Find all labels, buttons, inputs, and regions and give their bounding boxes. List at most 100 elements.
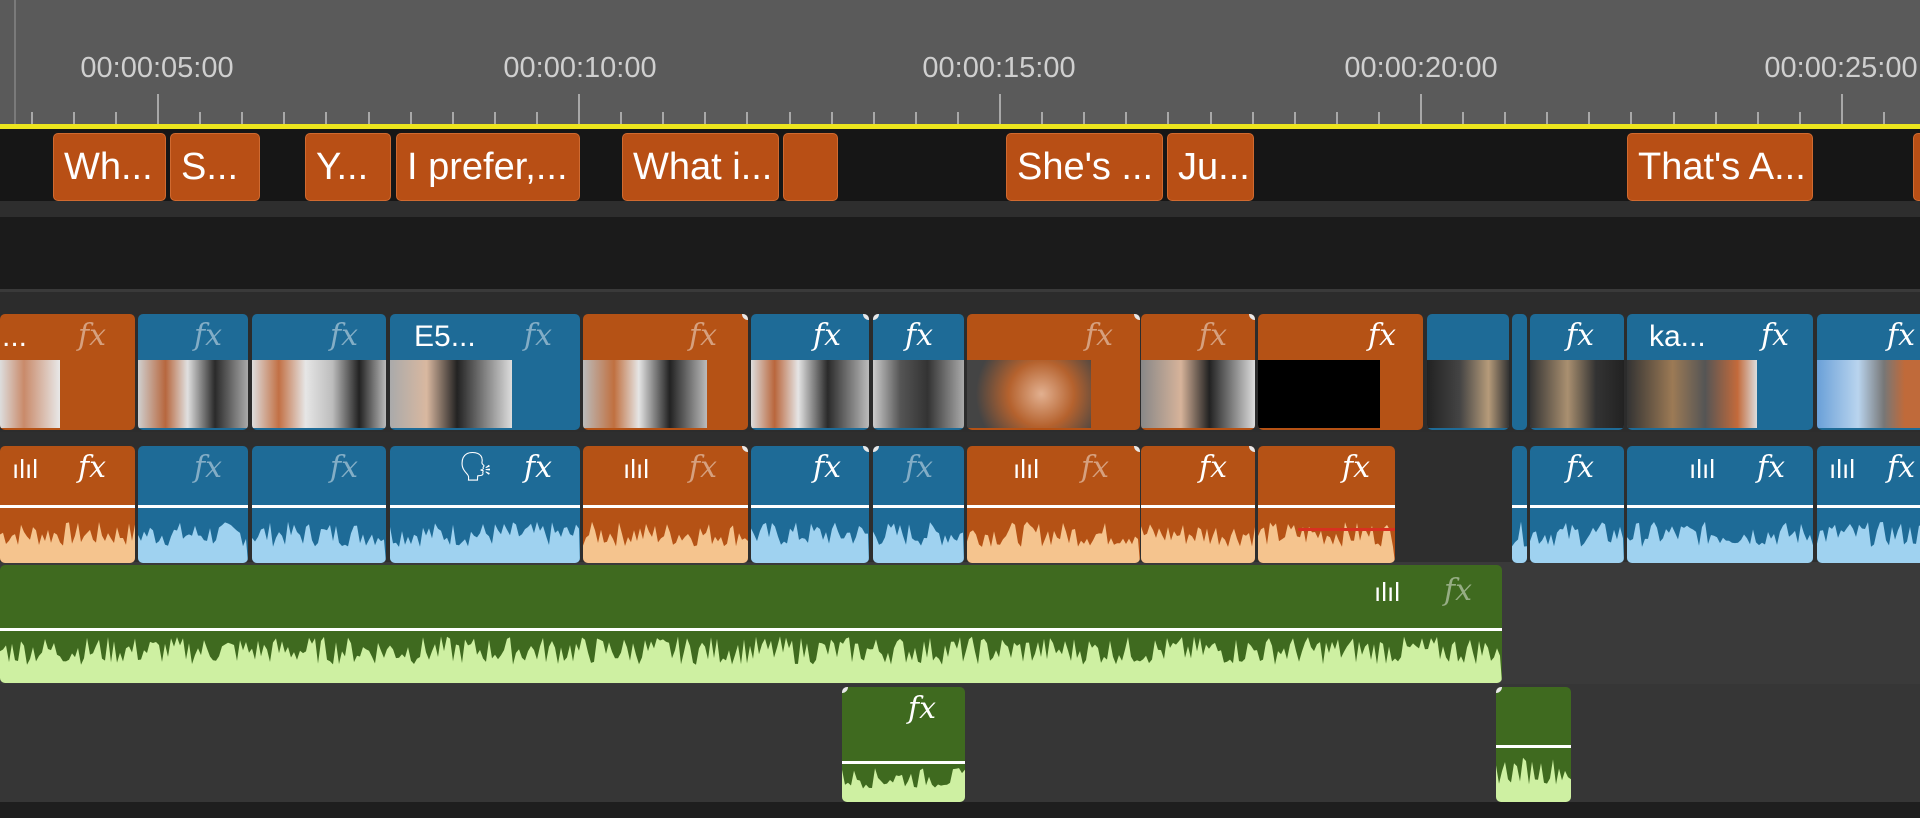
audio-clip[interactable]: ılıl fx (0, 446, 135, 563)
audio-clip[interactable]: fx (1258, 446, 1395, 563)
audio-waveform (967, 517, 1140, 563)
ruler-tick (536, 112, 538, 124)
clip-marker[interactable] (1249, 446, 1255, 452)
timecode-label: 00:00:15:00 (922, 52, 1076, 84)
audio-waveform (1512, 517, 1527, 563)
ruler-tick (1883, 112, 1885, 124)
caption-clip[interactable] (1913, 133, 1920, 201)
video-clip[interactable]: fx (252, 314, 386, 430)
ruler-tick (1420, 94, 1422, 124)
audio-waveform (1258, 517, 1395, 563)
caption-clip[interactable]: Y... (305, 133, 391, 201)
audio-clip[interactable]: fx (138, 446, 248, 563)
fx-icon: fx (689, 450, 718, 485)
audio-clip[interactable]: ılıl fx (967, 446, 1140, 563)
clip-marker[interactable] (873, 314, 879, 320)
audio-clip[interactable]: fx (751, 446, 869, 563)
caption-clip[interactable]: What i... (622, 133, 779, 201)
audio-clip[interactable]: fx (873, 446, 964, 563)
video-clip[interactable]: fx (751, 314, 869, 430)
clip-marker[interactable] (1134, 314, 1140, 320)
video-clip[interactable]: fx (1141, 314, 1255, 430)
ruler-tick (115, 112, 117, 124)
music-clip[interactable]: ılıl fx (0, 565, 1502, 683)
audio-clip[interactable]: 🗣 fx (390, 446, 580, 563)
clip-marker[interactable] (1249, 314, 1255, 320)
video-clip[interactable]: fx (1258, 314, 1423, 430)
video-clip[interactable]: fx (583, 314, 748, 430)
ruler-tick (199, 112, 201, 124)
track-divider (0, 201, 1920, 217)
caption-clip[interactable] (783, 133, 838, 201)
audio-clip[interactable]: ılıl fx (1627, 446, 1813, 563)
clip-marker[interactable] (742, 314, 748, 320)
ruler-tick (1041, 112, 1043, 124)
time-ruler[interactable]: 00:00:05:00 00:00:10:00 00:00:15:00 00:0… (0, 0, 1920, 128)
volume-line[interactable] (138, 505, 248, 508)
clip-marker[interactable] (1134, 446, 1140, 452)
volume-line[interactable] (1817, 505, 1920, 508)
volume-line[interactable] (1496, 745, 1571, 748)
video-clip[interactable]: fx (1530, 314, 1624, 430)
video-clip[interactable]: E5... fx (390, 314, 580, 430)
volume-line[interactable] (967, 505, 1140, 508)
sfx-clip[interactable] (1496, 687, 1571, 802)
fx-icon: fx (908, 691, 937, 726)
clip-marker[interactable] (1496, 687, 1502, 693)
video-clip[interactable]: ka... fx (1627, 314, 1813, 430)
caption-clip[interactable]: Ju... (1167, 133, 1254, 201)
volume-line[interactable] (751, 505, 869, 508)
caption-clip[interactable]: Wh... (53, 133, 166, 201)
volume-line[interactable] (1530, 505, 1624, 508)
volume-line[interactable] (0, 505, 135, 508)
ruler-tick (1336, 112, 1338, 124)
video-clip[interactable]: fx (967, 314, 1140, 430)
clip-marker[interactable] (842, 687, 848, 693)
volume-line[interactable] (583, 505, 748, 508)
clip-marker[interactable] (742, 446, 748, 452)
video-clip[interactable]: fx (138, 314, 248, 430)
clip-thumbnail (1427, 360, 1509, 428)
volume-line[interactable] (390, 505, 580, 508)
ruler-tick (241, 112, 243, 124)
volume-line[interactable] (252, 505, 386, 508)
clip-thumbnail (390, 360, 512, 428)
sfx-clip[interactable]: fx (842, 687, 965, 802)
audio-waveform (0, 517, 135, 563)
caption-clip[interactable]: That's A... (1627, 133, 1813, 201)
fx-icon: fx (1199, 318, 1228, 353)
volume-line[interactable] (1141, 505, 1255, 508)
waveform-icon: ılıl (12, 454, 38, 484)
clip-label: ... (2, 320, 28, 353)
audio-clip[interactable]: fx (252, 446, 386, 563)
caption-clip[interactable]: She's ... (1006, 133, 1163, 201)
video-clip[interactable] (1512, 314, 1527, 430)
video-clip[interactable]: fx (873, 314, 964, 430)
video-clip[interactable] (1427, 314, 1509, 430)
audio-clip[interactable]: fx (1141, 446, 1255, 563)
volume-line[interactable] (1627, 505, 1813, 508)
clip-marker[interactable] (863, 314, 869, 320)
keyframe-line[interactable] (1298, 528, 1395, 531)
audio-clip[interactable]: ılıl fx (1817, 446, 1920, 563)
ruler-tick (452, 112, 454, 124)
caption-clip[interactable]: I prefer,... (396, 133, 580, 201)
caption-clip[interactable]: S... (170, 133, 260, 201)
audio-clip[interactable]: fx (1530, 446, 1624, 563)
audio-clip[interactable]: ılıl fx (583, 446, 748, 563)
clip-thumbnail (1258, 360, 1380, 428)
audio-clip[interactable] (1512, 446, 1527, 563)
clip-marker[interactable] (863, 446, 869, 452)
clip-thumbnail (1530, 360, 1624, 428)
video-clip[interactable]: fx (1817, 314, 1920, 430)
clip-marker[interactable] (873, 446, 879, 452)
fx-icon: fx (1085, 318, 1114, 353)
volume-line[interactable] (1512, 505, 1527, 508)
ruler-tick (831, 112, 833, 124)
ruler-tick (1210, 112, 1212, 124)
video-clip[interactable]: ... fx (0, 314, 135, 430)
waveform-icon: ılıl (1374, 577, 1400, 607)
volume-line[interactable] (873, 505, 964, 508)
volume-line[interactable] (1258, 505, 1395, 508)
waveform-icon: ılıl (1013, 454, 1039, 484)
